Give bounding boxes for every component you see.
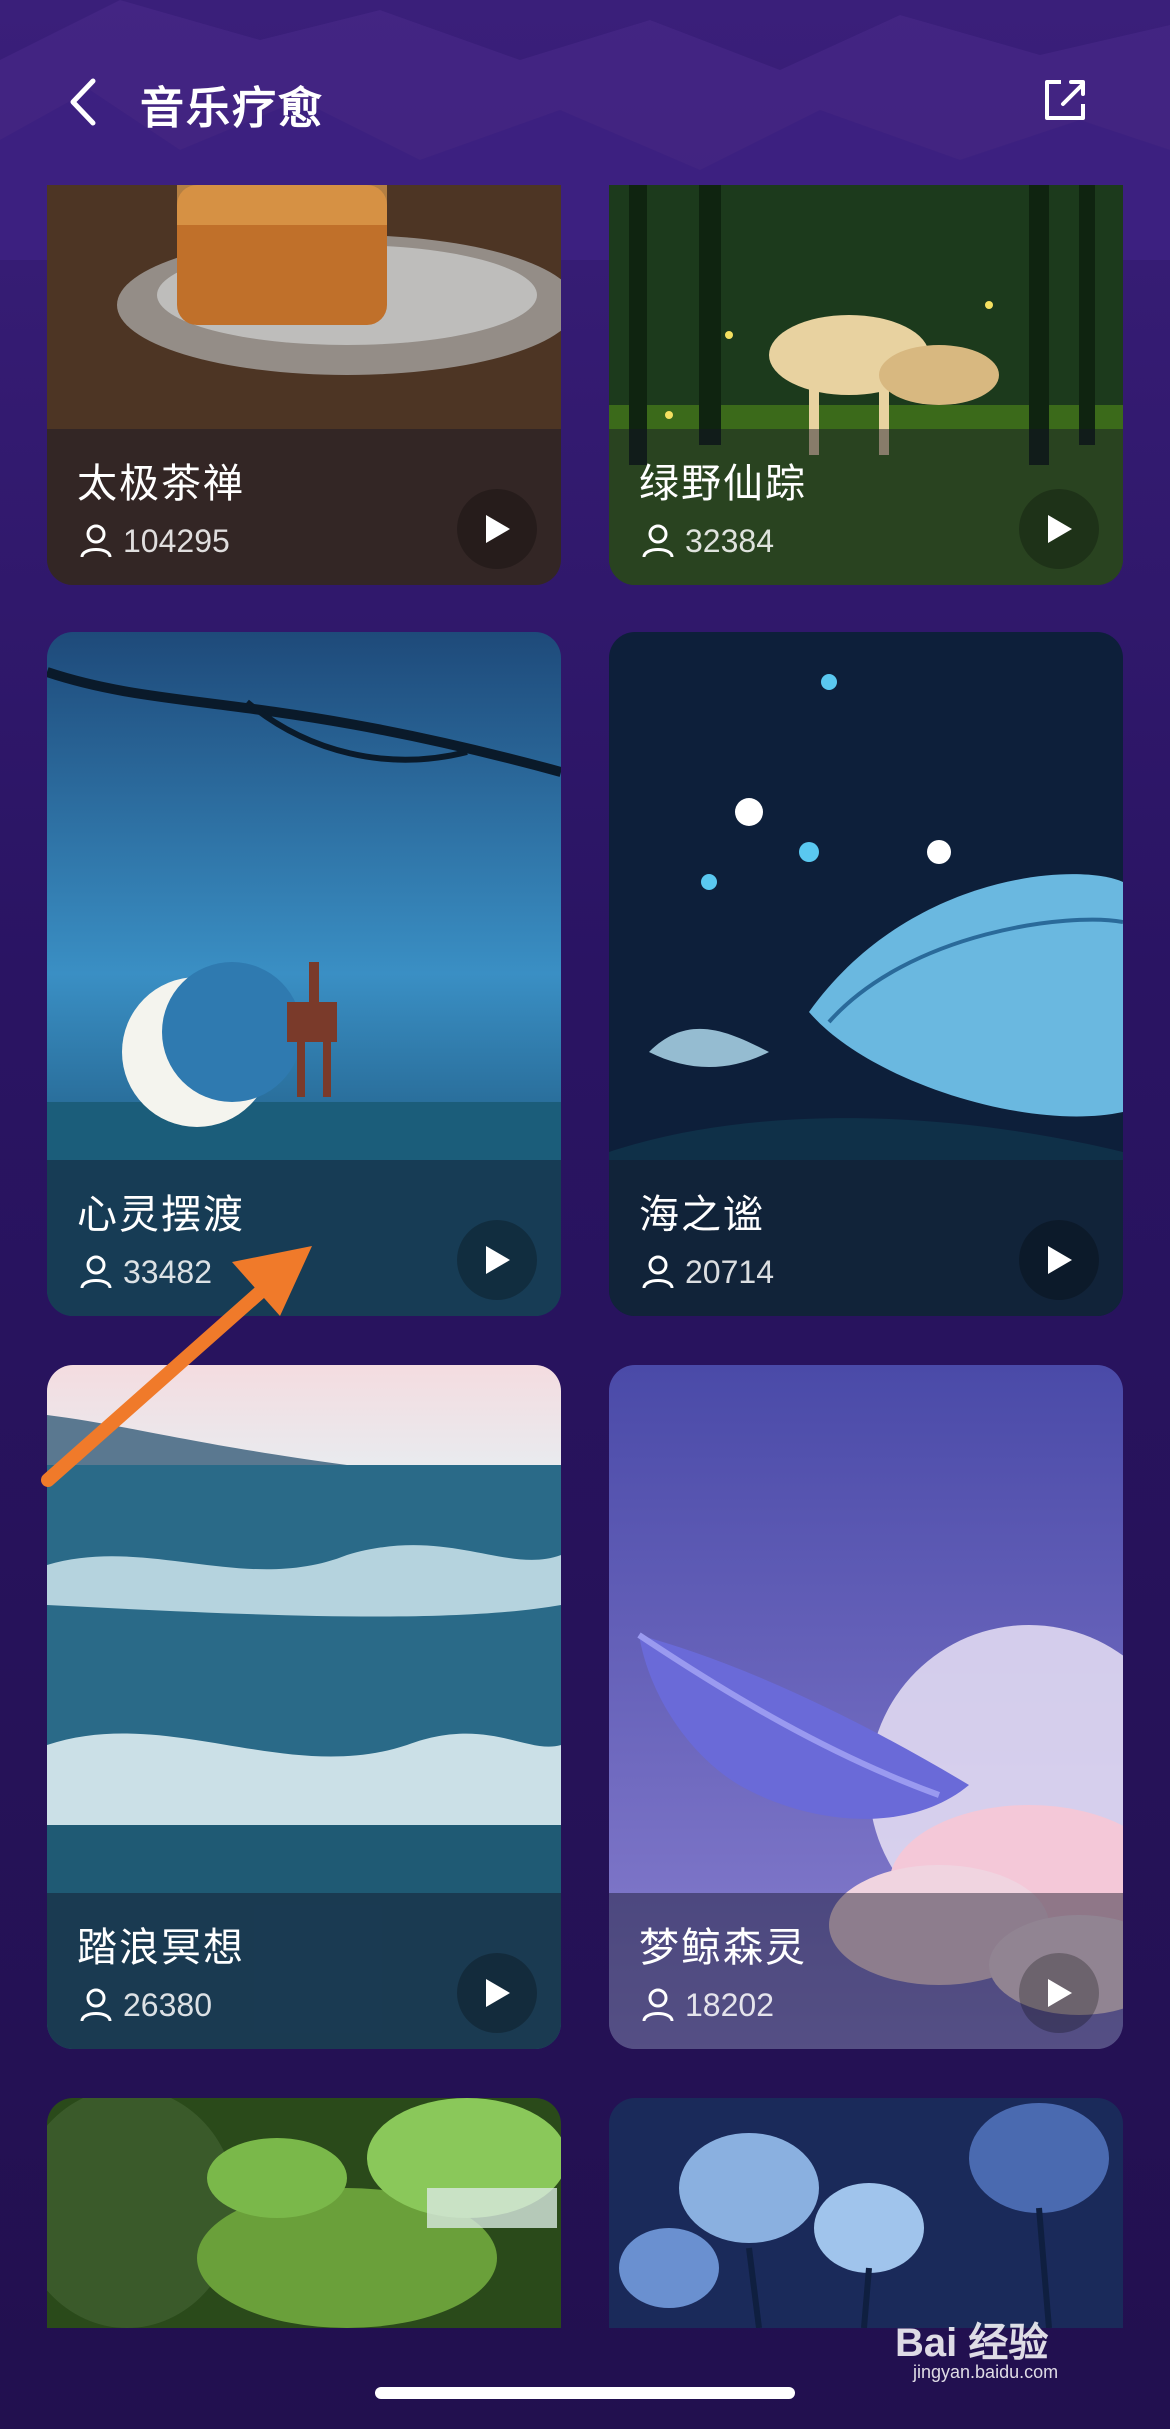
card-title: 心灵摆渡: [77, 1192, 245, 1238]
listener-count-value: 32384: [685, 522, 774, 559]
card-title: 海之谧: [639, 1192, 765, 1238]
play-icon: [1048, 515, 1072, 543]
music-card[interactable]: 心灵摆渡 33482: [47, 632, 561, 1316]
listener-count-value: 20714: [685, 1253, 774, 1290]
card-artwork: [609, 2098, 1123, 2328]
music-card[interactable]: 梦鲸森灵 18202: [609, 1365, 1123, 2049]
user-icon: [642, 1255, 674, 1289]
listener-count-value: 104295: [123, 522, 230, 559]
user-icon: [80, 1988, 112, 2022]
user-icon: [642, 1988, 674, 2022]
listener-count: 20714: [641, 1252, 774, 1292]
user-icon: [642, 524, 674, 558]
user-icon: [80, 1255, 112, 1289]
listener-count: 32384: [641, 521, 774, 561]
listener-count: 26380: [79, 1985, 212, 2025]
card-title: 梦鲸森灵: [639, 1925, 807, 1971]
play-icon: [486, 1246, 510, 1274]
card-artwork: [47, 2098, 561, 2328]
play-button[interactable]: [1019, 1953, 1099, 2033]
play-icon: [486, 1979, 510, 2007]
card-info: 梦鲸森灵 18202: [609, 1893, 1123, 2049]
play-icon: [486, 515, 510, 543]
play-button[interactable]: [1019, 1220, 1099, 1300]
music-grid: 太极茶禅 104295 绿野仙踪 32384 心灵摆渡 33482 海之谧 20…: [0, 0, 1170, 2429]
listener-count-value: 26380: [123, 1986, 212, 2023]
play-icon: [1048, 1246, 1072, 1274]
listener-count: 104295: [79, 521, 230, 561]
play-button[interactable]: [1019, 489, 1099, 569]
music-card[interactable]: 太极茶禅 104295: [47, 185, 561, 585]
play-button[interactable]: [457, 1953, 537, 2033]
music-card[interactable]: [47, 2098, 561, 2328]
card-info: 踏浪冥想 26380: [47, 1893, 561, 2049]
listener-count: 18202: [641, 1985, 774, 2025]
card-info: 海之谧 20714: [609, 1160, 1123, 1316]
music-card[interactable]: 绿野仙踪 32384: [609, 185, 1123, 585]
listener-count-value: 33482: [123, 1253, 212, 1290]
card-info: 太极茶禅 104295: [47, 429, 561, 585]
card-title: 太极茶禅: [77, 461, 245, 507]
play-icon: [1048, 1979, 1072, 2007]
listener-count-value: 18202: [685, 1986, 774, 2023]
card-info: 绿野仙踪 32384: [609, 429, 1123, 585]
music-card[interactable]: [609, 2098, 1123, 2328]
play-button[interactable]: [457, 1220, 537, 1300]
home-indicator[interactable]: [375, 2387, 795, 2399]
music-card[interactable]: 海之谧 20714: [609, 632, 1123, 1316]
card-title: 绿野仙踪: [639, 461, 807, 507]
user-icon: [80, 524, 112, 558]
listener-count: 33482: [79, 1252, 212, 1292]
music-card[interactable]: 踏浪冥想 26380: [47, 1365, 561, 2049]
card-title: 踏浪冥想: [77, 1925, 245, 1971]
play-button[interactable]: [457, 489, 537, 569]
card-info: 心灵摆渡 33482: [47, 1160, 561, 1316]
